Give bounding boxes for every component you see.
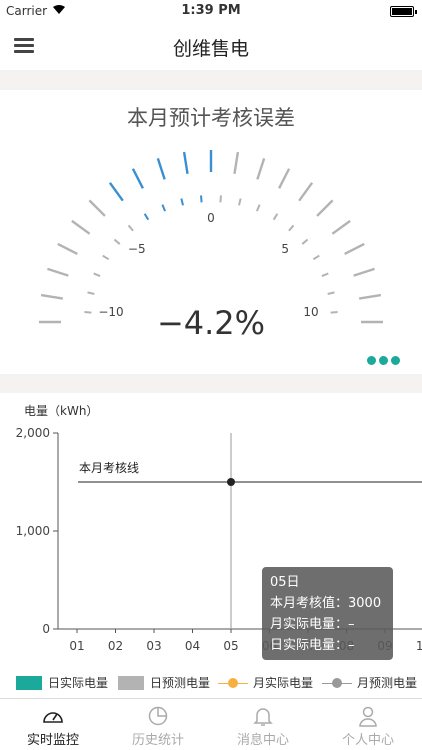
gauge-tick bbox=[102, 254, 110, 261]
tab-label: 消息中心 bbox=[236, 733, 289, 748]
tab-label: 个人中心 bbox=[341, 733, 394, 748]
legend-swatch bbox=[16, 675, 42, 690]
x-tick-label: 02 bbox=[108, 639, 123, 653]
gauge-tick bbox=[87, 291, 95, 295]
more-dots-icon[interactable] bbox=[364, 350, 400, 369]
gauge-tick bbox=[219, 195, 222, 203]
gauge-tick bbox=[113, 238, 121, 245]
gauge-tick bbox=[233, 151, 240, 175]
gauge-tick bbox=[131, 168, 144, 189]
legend-item-monthly-forecast[interactable]: 月预测电量 bbox=[322, 674, 417, 691]
gauge-tick bbox=[312, 254, 320, 261]
gauge-tick bbox=[327, 291, 335, 295]
legend-line-icon bbox=[322, 676, 352, 690]
y-tick-label: 0 bbox=[42, 622, 50, 636]
tab-bar: 实时监控 历史统计 消息中心 个人中心 bbox=[0, 698, 422, 750]
tooltip-line-2: 月实际电量：– bbox=[270, 617, 355, 632]
tooltip-date: 05日 bbox=[270, 575, 300, 590]
gauge-tick bbox=[298, 182, 314, 202]
gauge-tick bbox=[278, 168, 291, 189]
tooltip-line-3: 日实际电量：– bbox=[270, 638, 355, 653]
tab-label: 实时监控 bbox=[26, 733, 79, 748]
legend-item-daily-actual[interactable]: 日实际电量 bbox=[16, 674, 108, 691]
gauge-tick bbox=[288, 224, 295, 232]
gauge-tick-label: 0 bbox=[207, 211, 215, 225]
legend-label: 月实际电量 bbox=[253, 676, 314, 690]
gauge-tick bbox=[238, 198, 242, 206]
legend-item-daily-forecast[interactable]: 日预测电量 bbox=[118, 674, 210, 691]
gauge-tick bbox=[200, 195, 203, 203]
status-time: 1:39 PM bbox=[181, 3, 241, 18]
status-bar: Carrier 1:39 PM bbox=[0, 0, 422, 22]
person-icon bbox=[359, 706, 377, 727]
gauge-tick bbox=[180, 198, 184, 206]
gauge-tick bbox=[358, 293, 382, 300]
legend-label: 日预测电量 bbox=[150, 676, 211, 690]
legend-label: 月预测电量 bbox=[357, 676, 418, 690]
legend-item-monthly-actual[interactable]: 月实际电量 bbox=[218, 674, 313, 691]
x-tick-label: 10 bbox=[416, 639, 422, 653]
gauge-tick bbox=[316, 199, 334, 217]
gauge-tick bbox=[161, 204, 167, 212]
gauge-tick bbox=[353, 267, 375, 277]
gauge-tick bbox=[182, 151, 189, 175]
gauge-tick bbox=[331, 219, 351, 235]
tooltip-line-1: 本月考核值：3000 bbox=[270, 596, 382, 611]
gauge-tick bbox=[156, 158, 166, 180]
y-axis-label: 电量（kWh） bbox=[24, 404, 98, 418]
tab-label: 历史统计 bbox=[131, 733, 184, 748]
legend-label: 日实际电量 bbox=[48, 676, 109, 690]
tab-history-stats[interactable]: 历史统计 bbox=[113, 705, 203, 748]
gauge-tick bbox=[57, 242, 78, 255]
chart-legend: 日实际电量 日预测电量 月实际电量 月预测电量 bbox=[0, 664, 422, 698]
gauge-icon bbox=[43, 712, 63, 723]
reference-point bbox=[227, 478, 235, 486]
x-tick-label: 03 bbox=[146, 639, 161, 653]
gauge-tick bbox=[321, 272, 329, 278]
tab-realtime-monitor[interactable]: 实时监控 bbox=[8, 705, 98, 748]
app-title: 创维售电 bbox=[172, 38, 249, 60]
gauge-tick bbox=[93, 272, 101, 278]
y-tick-label: 2,000 bbox=[16, 426, 50, 440]
gauge-tick bbox=[47, 267, 69, 277]
gauge-tick bbox=[40, 293, 64, 300]
gauge-value: −4.2% bbox=[156, 304, 266, 342]
gauge-tick bbox=[143, 213, 150, 221]
x-tick-label: 05 bbox=[223, 639, 238, 653]
x-tick-label: 04 bbox=[185, 639, 200, 653]
legend-swatch bbox=[118, 675, 144, 690]
gauge-tick bbox=[344, 242, 365, 255]
gauge-tick bbox=[88, 199, 106, 217]
gauge-tick bbox=[255, 204, 261, 212]
gauge-tick bbox=[301, 238, 309, 245]
gauge-tick bbox=[108, 182, 124, 202]
gauge-tick bbox=[127, 224, 134, 232]
tab-message-center[interactable]: 消息中心 bbox=[218, 705, 308, 748]
gauge-tick bbox=[256, 158, 266, 180]
bell-icon bbox=[253, 708, 273, 726]
gauge-card: −10 −5 0 5 10 本月预计考核误差 −4.2% bbox=[0, 90, 422, 374]
y-tick-label: 1,000 bbox=[16, 524, 50, 538]
pie-chart-icon bbox=[148, 706, 168, 726]
gauge-tick bbox=[71, 219, 91, 235]
gauge-title: 本月预计考核误差 bbox=[127, 106, 295, 130]
chart-tooltip: 05日 本月考核值：3000 月实际电量：– 日实际电量：– bbox=[262, 567, 393, 660]
gauge-tick bbox=[272, 213, 279, 221]
gauge-tick-label: 5 bbox=[281, 242, 289, 256]
legend-line-icon bbox=[218, 676, 248, 690]
x-tick-label: 01 bbox=[69, 639, 84, 653]
battery-icon bbox=[390, 6, 417, 17]
gauge-tick-label: −5 bbox=[128, 242, 146, 256]
tab-personal-center[interactable]: 个人中心 bbox=[323, 705, 413, 748]
reference-line-label: 本月考核线 bbox=[79, 461, 139, 475]
nav-bar: 创维售电 bbox=[0, 22, 422, 70]
